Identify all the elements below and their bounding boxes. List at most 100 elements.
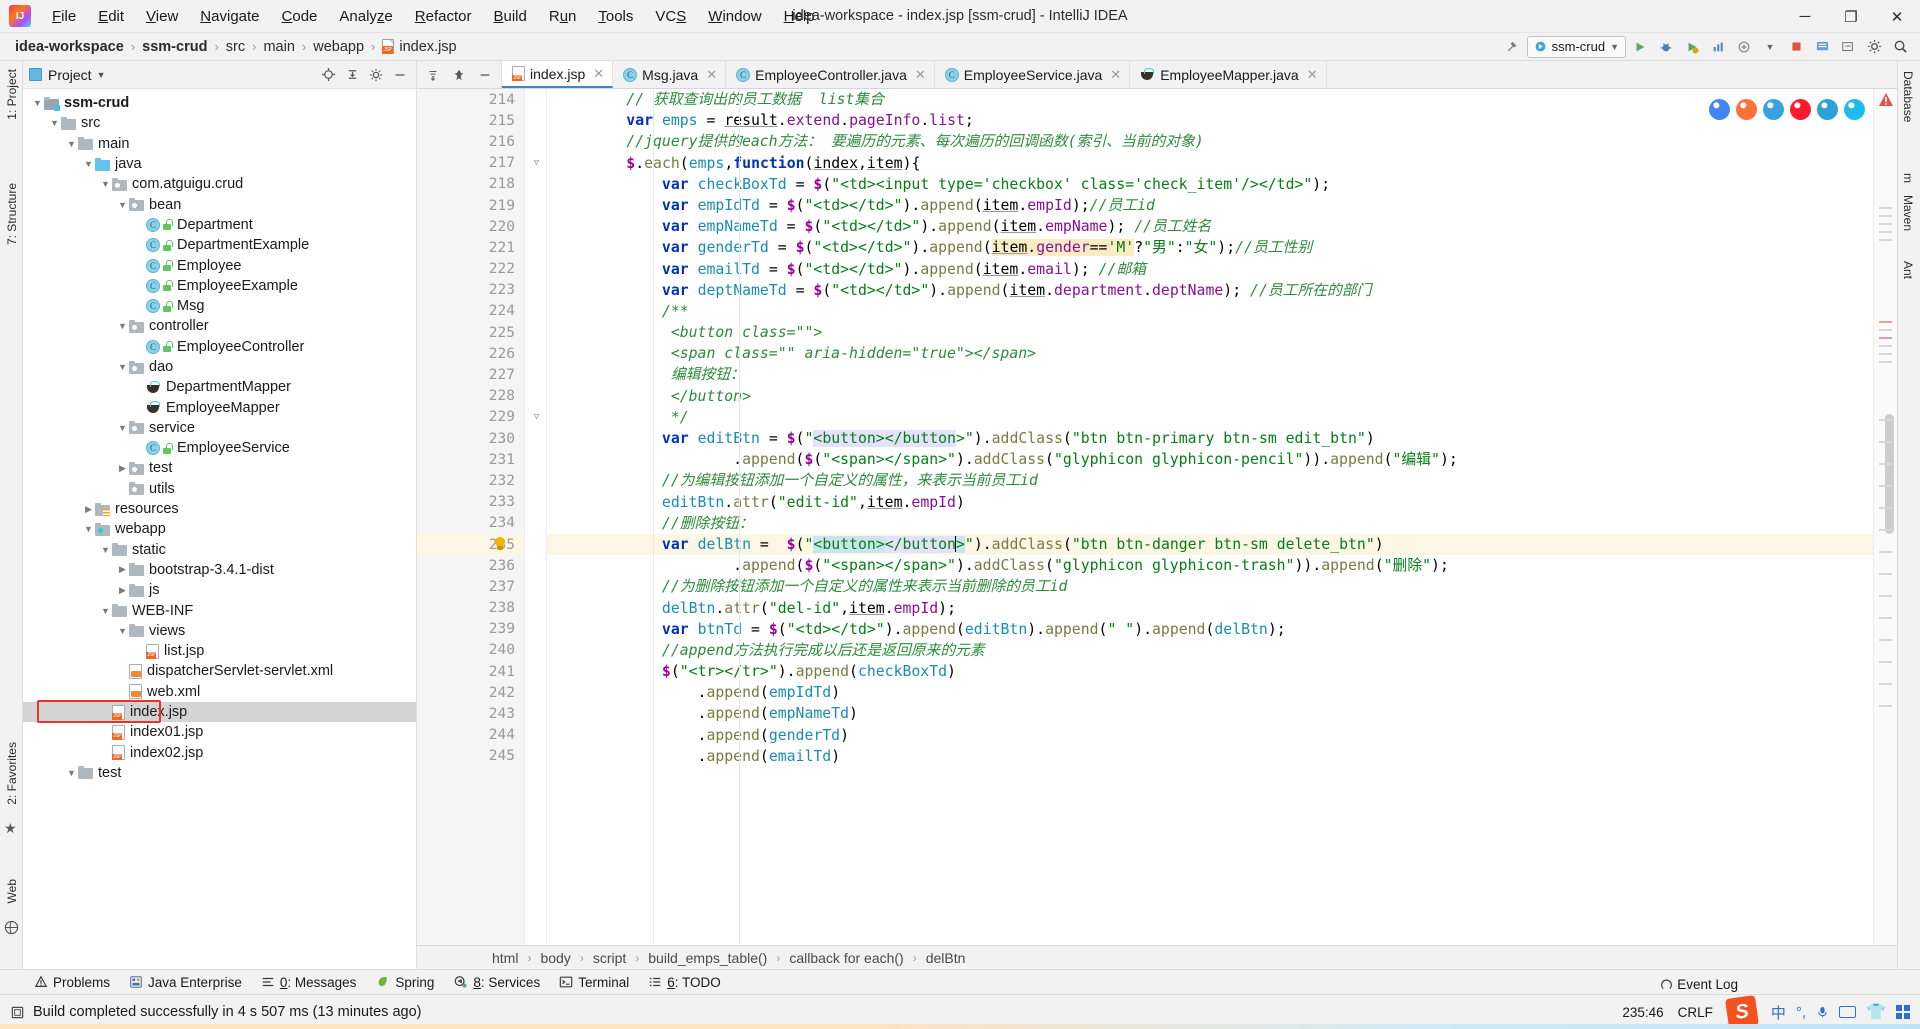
profile-icon[interactable]	[1706, 35, 1730, 59]
tree-item-main[interactable]: ▼ main	[23, 134, 416, 154]
analysis-marker[interactable]	[1879, 337, 1892, 339]
tree-item-java[interactable]: ▼ java	[23, 154, 416, 174]
tree-item-index-jsp[interactable]: index.jsp	[23, 701, 416, 723]
chevron-down-icon[interactable]: ▼	[97, 70, 106, 80]
tree-item-webapp[interactable]: ▼ webapp	[23, 519, 416, 539]
mic-icon[interactable]	[1816, 1004, 1829, 1020]
analysis-marker[interactable]	[1879, 573, 1892, 575]
sidebar-tab-database[interactable]: Database	[1898, 67, 1918, 126]
chevron-right-icon[interactable]: ▶	[116, 463, 129, 474]
analysis-marker[interactable]	[1879, 353, 1892, 355]
tree-item-service[interactable]: ▼ service	[23, 418, 416, 438]
analysis-marker[interactable]	[1879, 617, 1892, 619]
tree-item-ssm-crud[interactable]: ▼ ssm-crud	[23, 93, 416, 113]
chevron-down-icon[interactable]: ▼	[48, 118, 61, 128]
analysis-marker[interactable]	[1879, 683, 1892, 685]
chevron-down-icon[interactable]: ▼	[99, 606, 112, 616]
chevron-right-icon[interactable]: ▶	[82, 504, 95, 515]
opera-icon[interactable]	[1790, 99, 1811, 120]
chrome-icon[interactable]	[1709, 99, 1730, 120]
run-configuration-selector[interactable]: ssm-crud ▼	[1526, 35, 1626, 58]
update-icon[interactable]	[1810, 35, 1834, 59]
editor-breadcrumb-body[interactable]: body	[535, 950, 575, 966]
tree-item-web-inf[interactable]: ▼ WEB-INF	[23, 600, 416, 620]
ime-punctuation-icon[interactable]: °,	[1796, 1004, 1806, 1021]
menu-navigate[interactable]: Navigate	[189, 5, 270, 28]
tree-item-bean[interactable]: ▼ bean	[23, 194, 416, 214]
sidebar-tab-project[interactable]: 1: Project	[2, 65, 22, 124]
close-button[interactable]: ✕	[1874, 0, 1920, 33]
firefox-icon[interactable]	[1736, 99, 1757, 120]
tree-item-src[interactable]: ▼ src	[23, 113, 416, 133]
tree-item-index02-jsp[interactable]: index02.jsp	[23, 743, 416, 763]
tree-item-com-atguigu-crud[interactable]: ▼ com.atguigu.crud	[23, 174, 416, 194]
hammer-icon[interactable]	[1501, 35, 1525, 59]
breadcrumb-item-webapp[interactable]: webapp	[310, 38, 367, 56]
caret-position[interactable]: 235:46	[1622, 1005, 1663, 1020]
apps-icon[interactable]	[1896, 1005, 1910, 1019]
chevron-down-icon[interactable]: ▼	[116, 321, 129, 331]
dropdown-icon[interactable]: ▼	[1758, 35, 1782, 59]
tree-item-static[interactable]: ▼ static	[23, 540, 416, 560]
menu-tools[interactable]: Tools	[587, 5, 644, 28]
maximize-button[interactable]: ❐	[1828, 0, 1874, 33]
breadcrumb-item-idea-workspace[interactable]: idea-workspace	[12, 38, 127, 56]
editor-breadcrumb-callback-for-each--[interactable]: callback for each()	[784, 950, 908, 966]
web-globe-icon[interactable]	[4, 920, 19, 935]
chevron-right-icon[interactable]: ▶	[116, 585, 129, 596]
close-icon[interactable]: ✕	[706, 67, 717, 83]
menu-refactor[interactable]: Refactor	[404, 5, 483, 28]
chevron-down-icon[interactable]: ▼	[99, 179, 112, 189]
tree-item-employeecontroller[interactable]: EmployeeController	[23, 337, 416, 357]
analysis-marker[interactable]	[1879, 529, 1892, 531]
sidebar-tab-favorites[interactable]: 2: Favorites	[2, 738, 22, 809]
run-icon[interactable]	[1628, 35, 1652, 59]
vcs-icon[interactable]	[1836, 35, 1860, 59]
close-icon[interactable]: ✕	[1307, 67, 1318, 83]
tree-item-resources[interactable]: ▶ resources	[23, 499, 416, 519]
tree-item-views[interactable]: ▼ views	[23, 621, 416, 641]
tool-window-6--todo[interactable]: 6: TODO	[642, 973, 734, 992]
close-icon[interactable]: ✕	[915, 67, 926, 83]
menu-help[interactable]: Help	[773, 5, 826, 28]
tree-item-dispatcherservlet-servlet-xml[interactable]: dispatcherServlet-servlet.xml	[23, 661, 416, 681]
tree-item-js[interactable]: ▶ js	[23, 580, 416, 600]
tree-item-employeeservice[interactable]: EmployeeService	[23, 438, 416, 458]
chevron-down-icon[interactable]: ▼	[65, 139, 78, 149]
intention-bulb-icon[interactable]	[493, 536, 507, 552]
tree-item-department[interactable]: Department	[23, 215, 416, 235]
tree-item-list-jsp[interactable]: list.jsp	[23, 641, 416, 661]
menu-window[interactable]: Window	[697, 5, 772, 28]
tree-item-test[interactable]: ▶ test	[23, 458, 416, 478]
menu-analyze[interactable]: Analyze	[328, 5, 403, 28]
menu-edit[interactable]: Edit	[87, 5, 135, 28]
analysis-marker[interactable]	[1879, 639, 1892, 641]
target-icon[interactable]	[316, 63, 340, 87]
hide-editor-icon[interactable]	[473, 63, 497, 87]
analysis-marker-gutter[interactable]	[1873, 89, 1897, 945]
editor-tab-index-jsp[interactable]: index.jsp ✕	[502, 61, 614, 88]
analysis-marker[interactable]	[1879, 595, 1892, 597]
menu-code[interactable]: Code	[271, 5, 329, 28]
analysis-marker[interactable]	[1879, 215, 1892, 217]
tree-item-dao[interactable]: ▼ dao	[23, 357, 416, 377]
editor-tab-employeecontroller-java[interactable]: EmployeeController.java ✕	[726, 61, 935, 88]
tool-window-spring[interactable]: Spring	[369, 973, 447, 992]
sidebar-tab-ant[interactable]: Ant	[1898, 257, 1918, 283]
menu-run[interactable]: Run	[538, 5, 588, 28]
event-log-button[interactable]: Event Log	[1660, 977, 1738, 992]
inspection-status-icon[interactable]	[1878, 92, 1894, 108]
tree-item-controller[interactable]: ▼ controller	[23, 316, 416, 336]
pin-icon[interactable]	[447, 63, 471, 87]
analysis-marker[interactable]	[1879, 239, 1892, 241]
attach-icon[interactable]	[1732, 35, 1756, 59]
tree-item-utils[interactable]: utils	[23, 479, 416, 499]
gear-icon[interactable]	[1862, 35, 1886, 59]
editor-tab-msg-java[interactable]: Msg.java ✕	[613, 61, 727, 88]
tool-window-problems[interactable]: Problems	[28, 973, 123, 992]
analysis-marker[interactable]	[1879, 441, 1892, 443]
breadcrumb-item-index-jsp[interactable]: index.jsp	[379, 38, 459, 56]
chevron-right-icon[interactable]: ▶	[116, 564, 129, 575]
coverage-icon[interactable]	[1680, 35, 1704, 59]
sort-icon[interactable]	[421, 63, 445, 87]
